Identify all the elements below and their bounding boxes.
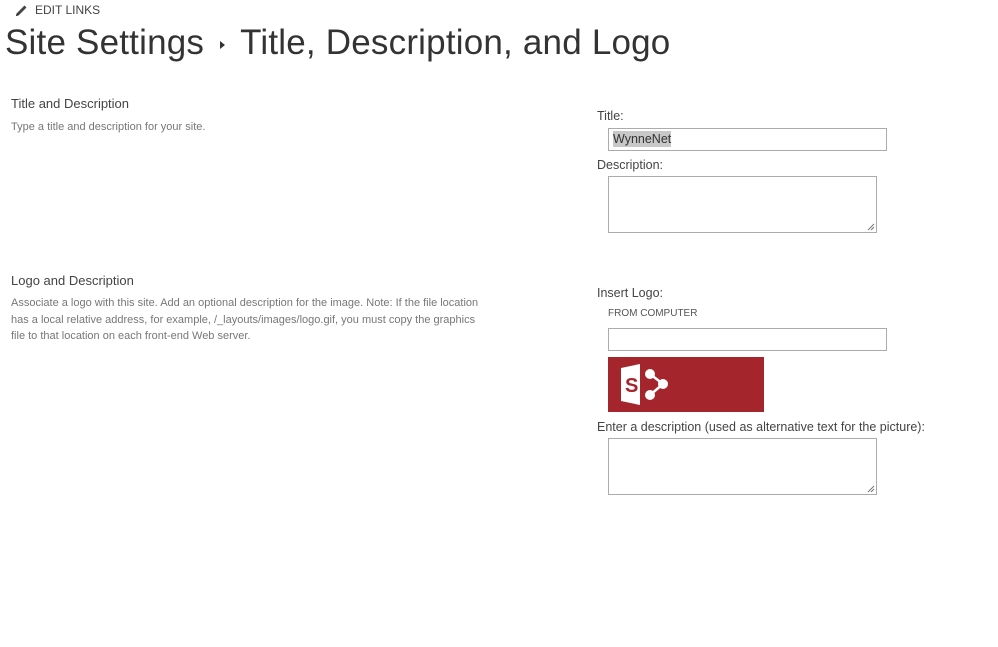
page-title: Site Settings Title, Description, and Lo… bbox=[5, 23, 670, 63]
resize-grip-icon[interactable] bbox=[867, 223, 875, 231]
logo-description-heading: Logo and Description bbox=[11, 273, 134, 288]
sharepoint-logo-icon: S bbox=[621, 364, 668, 405]
pencil-icon bbox=[16, 5, 27, 16]
alt-text-label: Enter a description (used as alternative… bbox=[597, 420, 925, 434]
insert-logo-label: Insert Logo: bbox=[597, 286, 664, 300]
breadcrumb-site-settings-link[interactable]: Site Settings bbox=[5, 23, 204, 63]
alt-text-textarea[interactable] bbox=[608, 438, 877, 495]
breadcrumb-current: Title, Description, and Logo bbox=[240, 23, 671, 62]
logo-description-help: Associate a logo with this site. Add an … bbox=[11, 297, 479, 342]
svg-text:S: S bbox=[625, 375, 638, 397]
edit-links-label: EDIT LINKS bbox=[35, 3, 101, 17]
triangle-right-icon bbox=[220, 41, 226, 49]
description-label: Description: bbox=[597, 158, 663, 172]
logo-url-input[interactable] bbox=[608, 328, 887, 351]
from-computer-link[interactable]: FROM COMPUTER bbox=[608, 308, 697, 319]
description-textarea[interactable] bbox=[608, 176, 877, 233]
site-settings-page: EDIT LINKS Site Settings Title, Descript… bbox=[0, 0, 998, 647]
title-label: Title: bbox=[597, 109, 624, 123]
logo-preview: S bbox=[608, 357, 764, 412]
title-input-value: WynneNet bbox=[613, 131, 672, 147]
edit-links-button[interactable]: EDIT LINKS bbox=[15, 3, 100, 17]
title-input[interactable]: WynneNet bbox=[608, 128, 887, 151]
resize-grip-icon[interactable] bbox=[867, 485, 875, 493]
title-description-help: Type a title and description for your si… bbox=[11, 121, 206, 133]
title-description-heading: Title and Description bbox=[11, 96, 130, 111]
